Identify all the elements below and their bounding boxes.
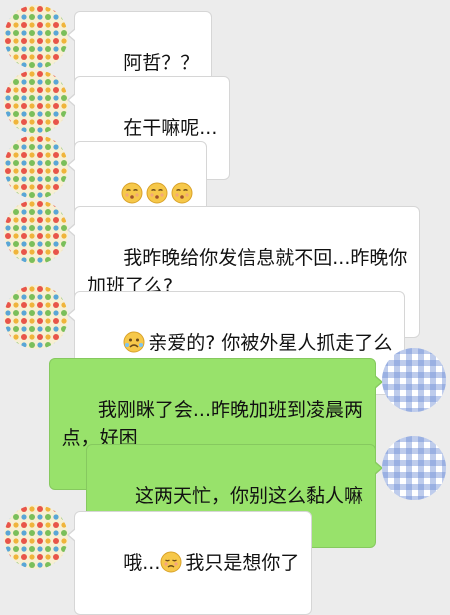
contact-avatar[interactable] xyxy=(4,505,68,569)
my-avatar[interactable] xyxy=(382,348,446,412)
message-text: 哦... xyxy=(123,552,161,574)
contact-avatar[interactable] xyxy=(4,135,68,199)
my-avatar[interactable] xyxy=(382,436,446,500)
crying-face-icon xyxy=(123,331,145,353)
sad-face-icon xyxy=(160,551,182,573)
kissing-face-icon xyxy=(121,182,143,204)
message-text: 在干嘛呢... xyxy=(123,117,218,139)
incoming-message-bubble[interactable]: 哦... 我只是想你了 xyxy=(66,511,313,615)
message-text: 我昨晚给你发信息就不回...昨晚你 加班了么? xyxy=(87,247,408,297)
kissing-face-icon xyxy=(171,182,193,204)
message-text: 我刚眯了会...昨晚加班到凌晨两 点，好困 xyxy=(61,399,363,449)
message-text: 阿哲？？ xyxy=(123,52,200,74)
message-text: 我只是想你了 xyxy=(185,552,300,574)
message-text: 亲爱的? 你被外星人抓走了么 xyxy=(148,332,393,354)
chat-thread: 阿哲？？ 在干嘛呢... 我昨晚给你发信息就不回...昨晚你 加班了么? 亲爱的… xyxy=(0,0,450,615)
kissing-face-icon xyxy=(146,182,168,204)
message-text: 这两天忙，你别这么黏人嘛 xyxy=(134,485,363,507)
contact-avatar[interactable] xyxy=(4,285,68,349)
contact-avatar[interactable] xyxy=(4,5,68,69)
contact-avatar[interactable] xyxy=(4,200,68,264)
contact-avatar[interactable] xyxy=(4,70,68,134)
